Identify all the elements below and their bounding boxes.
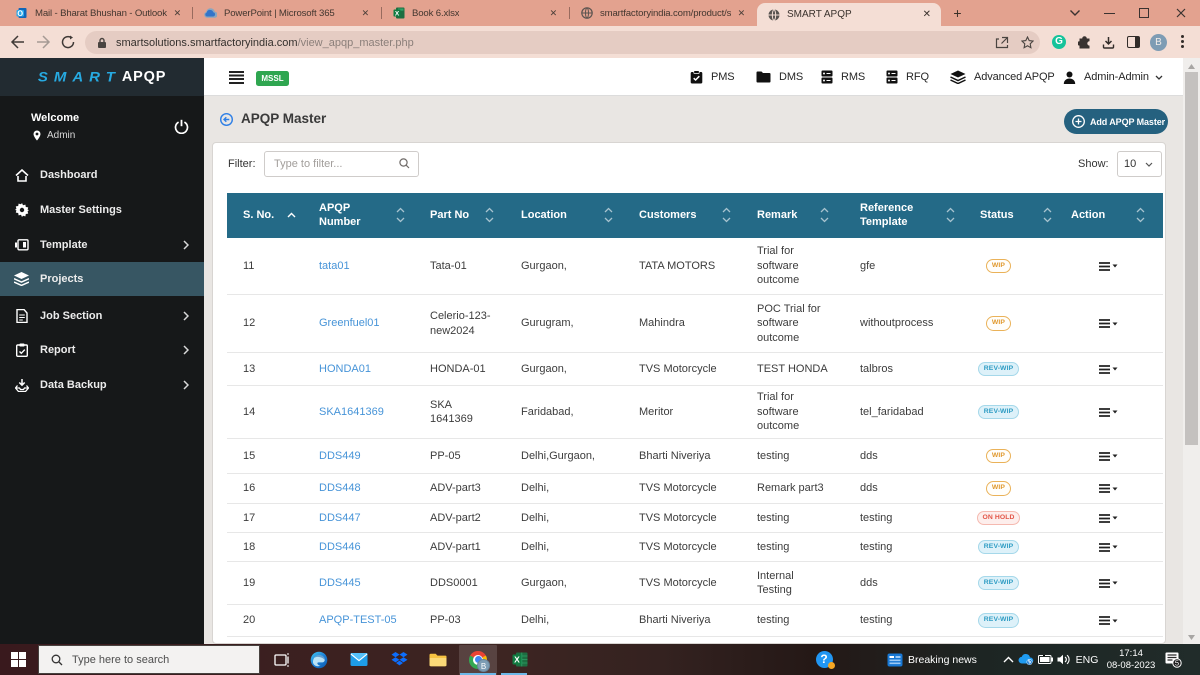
svg-text:5: 5	[1174, 658, 1178, 667]
svg-text:X: X	[514, 654, 520, 664]
